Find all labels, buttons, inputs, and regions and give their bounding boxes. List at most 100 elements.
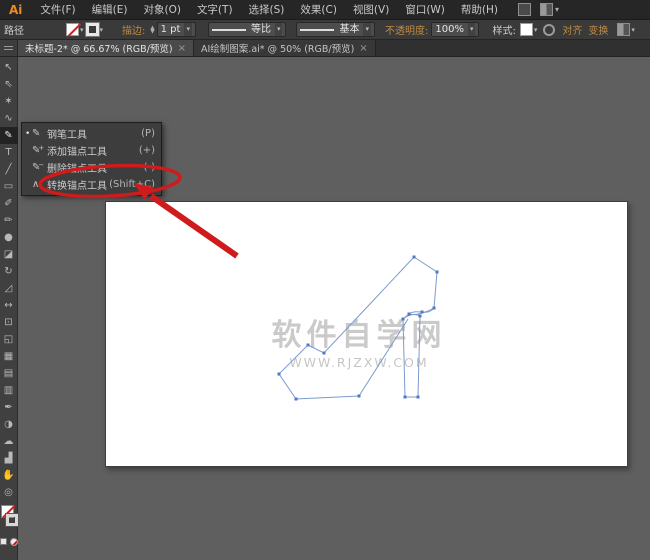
app-logo: Ai [0, 3, 32, 17]
color-button[interactable] [0, 538, 7, 545]
flyout-item-shortcut: (+) [139, 145, 155, 156]
chevron-down-icon[interactable]: ▾ [534, 26, 538, 34]
stroke-weight-field[interactable]: 1 pt ▾ [157, 22, 196, 37]
stroke-panel-link[interactable]: 描边: [119, 22, 148, 37]
menu-item[interactable]: 对象(O) [135, 0, 188, 20]
tool-icon: ✎− [32, 162, 47, 173]
menu-bar: Ai 文件(F)编辑(E)对象(O)文字(T)选择(S)效果(C)视图(V)窗口… [0, 0, 650, 20]
menu-item[interactable]: 视图(V) [345, 0, 397, 20]
flyout-item-shortcut: (P) [141, 128, 155, 139]
document-tab[interactable]: 未标题-2* @ 66.67% (RGB/预览) × [18, 40, 194, 56]
stroke-swatch[interactable] [6, 514, 18, 526]
width-profile-dropdown[interactable]: 等比 ▾ [208, 22, 287, 37]
align-panel-link[interactable]: 对齐 [559, 22, 585, 37]
selection-tool[interactable]: ↖ [0, 59, 18, 76]
menu-item[interactable]: 文件(F) [32, 0, 83, 20]
magic-wand-tool[interactable]: ✶ [0, 93, 18, 110]
paintbrush-tool[interactable]: ✐ [0, 195, 18, 212]
symbol-sprayer-tool[interactable]: ☁ [0, 433, 18, 450]
fill-stroke-indicator[interactable] [0, 505, 18, 533]
opacity-panel-link[interactable]: 不透明度: [382, 22, 431, 37]
flyout-item-label: 转换锚点工具 [47, 177, 109, 192]
tools-panel: ↖⇖✶∿✎T╱▭✐✏●◪↻◿↔⊡◱▦▤▥✒◑☁▟✋◎ [0, 57, 18, 560]
flyout-item-label: 添加锚点工具 [47, 143, 139, 158]
tab-close-icon[interactable]: × [359, 43, 367, 54]
graphic-style-swatch[interactable] [520, 23, 533, 36]
tools-panel-header[interactable] [0, 40, 18, 56]
flyout-menu-item[interactable]: ∧ 转换锚点工具 (Shift+C) [22, 176, 161, 193]
workspace-switcher[interactable]: ▾ [540, 3, 559, 16]
transform-panel-link[interactable]: 变换 [585, 22, 611, 37]
menu-item[interactable]: 效果(C) [292, 0, 345, 20]
rotate-tool[interactable]: ↻ [0, 263, 18, 280]
blob-brush-tool[interactable]: ● [0, 229, 18, 246]
pen-tool-flyout-menu: • ✎ 钢笔工具 (P) ✎+ 添加锚点工具 (+) ✎− 删除锚点工具 (-)… [21, 122, 162, 196]
chevron-down-icon[interactable]: ▾ [275, 23, 283, 36]
free-transform-tool[interactable]: ⊡ [0, 314, 18, 331]
gradient-tool[interactable]: ▥ [0, 382, 18, 399]
menu-item[interactable]: 窗口(W) [397, 0, 453, 20]
tool-list: ↖⇖✶∿✎T╱▭✐✏●◪↻◿↔⊡◱▦▤▥✒◑☁▟✋◎ [0, 59, 18, 501]
fill-color-swatch[interactable] [66, 23, 79, 36]
hand-tool[interactable]: ✋ [0, 467, 18, 484]
shape-builder-tool[interactable]: ◱ [0, 331, 18, 348]
scale-tool[interactable]: ◿ [0, 280, 18, 297]
tab-title: 未标题-2* @ 66.67% (RGB/预览) [25, 41, 173, 55]
flyout-item-shortcut: (-) [144, 162, 155, 173]
perspective-grid-tool[interactable]: ▦ [0, 348, 18, 365]
menu-item[interactable]: 选择(S) [241, 0, 293, 20]
style-label: 样式: [488, 22, 519, 37]
brush-stroke-preview [300, 29, 334, 31]
none-color-button[interactable] [10, 538, 18, 546]
document-tab-bar: 未标题-2* @ 66.67% (RGB/预览) × AI绘制图案.ai* @ … [0, 40, 650, 57]
chevron-down-icon[interactable]: ▾ [631, 26, 635, 34]
opacity-field[interactable]: 100% ▾ [431, 22, 479, 37]
tab-close-icon[interactable]: × [178, 43, 186, 54]
direct-selection-tool[interactable]: ⇖ [0, 76, 18, 93]
menu-items: 文件(F)编辑(E)对象(O)文字(T)选择(S)效果(C)视图(V)窗口(W)… [32, 0, 506, 20]
chevron-down-icon[interactable]: ▾ [80, 26, 84, 34]
brush-definition-dropdown[interactable]: 基本 ▾ [296, 22, 375, 37]
workspace-grid-icon [540, 3, 553, 16]
menubar-right-icons: ▾ [518, 3, 559, 16]
rectangle-tool[interactable]: ▭ [0, 178, 18, 195]
blend-tool[interactable]: ◑ [0, 416, 18, 433]
chevron-down-icon[interactable]: ▾ [363, 23, 371, 36]
flyout-item-shortcut: (Shift+C) [109, 179, 155, 190]
stroke-profile-preview [212, 29, 246, 31]
chevron-down-icon[interactable]: ▾ [100, 26, 104, 34]
type-tool[interactable]: T [0, 144, 18, 161]
line-segment-tool[interactable]: ╱ [0, 161, 18, 178]
width-tool[interactable]: ↔ [0, 297, 18, 314]
flyout-menu-item[interactable]: ✎+ 添加锚点工具 (+) [22, 142, 161, 159]
lasso-tool[interactable]: ∿ [0, 110, 18, 127]
menu-item[interactable]: 编辑(E) [84, 0, 136, 20]
tool-icon: ✎ [32, 128, 47, 139]
flyout-item-label: 删除锚点工具 [47, 160, 144, 175]
pencil-tool[interactable]: ✏ [0, 212, 18, 229]
column-graph-tool[interactable]: ▟ [0, 450, 18, 467]
stroke-weight-stepper[interactable]: ▲▼ [150, 26, 154, 34]
recolor-artwork-icon[interactable] [543, 24, 555, 36]
arrange-documents-icon[interactable] [518, 3, 531, 16]
chevron-down-icon[interactable]: ▾ [184, 23, 192, 36]
flyout-menu-item[interactable]: ✎− 删除锚点工具 (-) [22, 159, 161, 176]
eraser-tool[interactable]: ◪ [0, 246, 18, 263]
control-options-bar: 路径 ▾ ▾ 描边: ▲▼ 1 pt ▾ 等比 ▾ 基本 ▾ 不透明度: 100… [0, 20, 650, 40]
eyedropper-tool[interactable]: ✒ [0, 399, 18, 416]
shoe-path-drawing[interactable] [106, 202, 629, 468]
stroke-color-swatch[interactable] [86, 23, 99, 36]
document-tab[interactable]: AI绘制图案.ai* @ 50% (RGB/预览) × [194, 40, 376, 56]
tool-icon: ✎+ [32, 145, 47, 156]
menu-item[interactable]: 帮助(H) [453, 0, 506, 20]
pen-tool[interactable]: ✎ [0, 127, 18, 144]
flyout-menu-item[interactable]: • ✎ 钢笔工具 (P) [22, 125, 161, 142]
chevron-down-icon[interactable]: ▾ [468, 23, 476, 36]
flyout-item-label: 钢笔工具 [47, 126, 141, 141]
control-panel-menu-icon[interactable] [617, 23, 630, 36]
menu-item[interactable]: 文字(T) [189, 0, 241, 20]
tool-icon: ∧ [32, 179, 47, 190]
zoom-tool[interactable]: ◎ [0, 484, 18, 501]
mesh-tool[interactable]: ▤ [0, 365, 18, 382]
artboard[interactable]: 软件自学网 WWW.RJZXW.COM [105, 201, 628, 467]
